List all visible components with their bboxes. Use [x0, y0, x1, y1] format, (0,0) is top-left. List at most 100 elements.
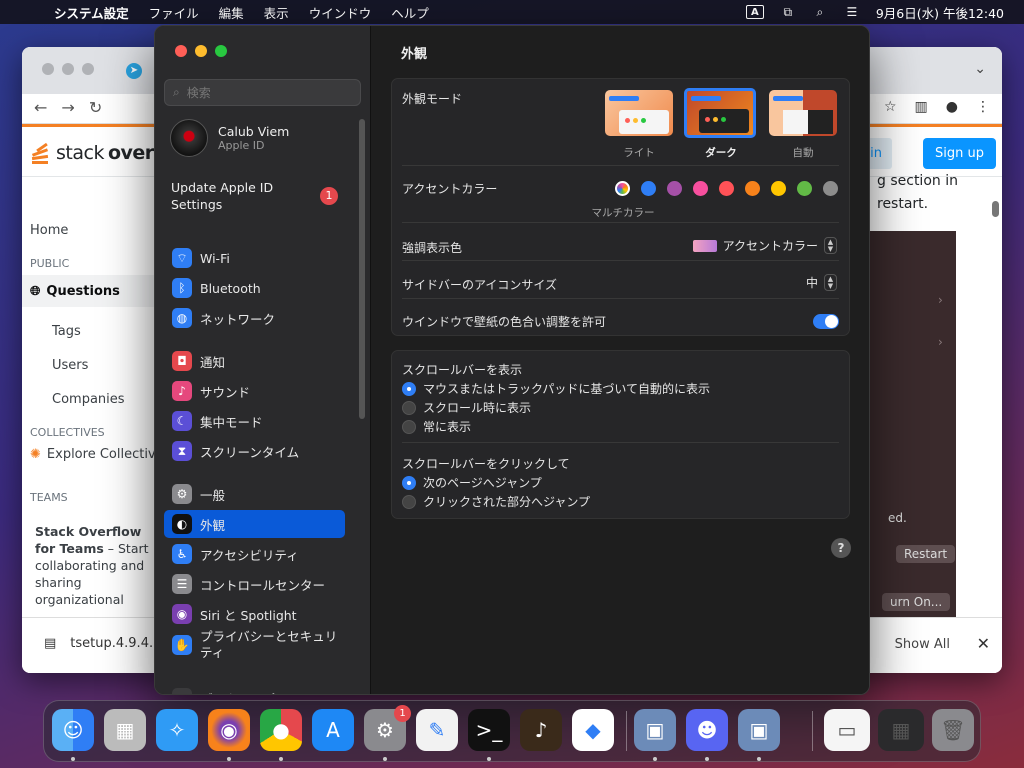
virtualbox-icon[interactable]: ▣	[634, 709, 676, 751]
sidebar-item-siri[interactable]: ◉ Siri と Spotlight	[164, 600, 345, 628]
radio-show-auto[interactable]: マウスまたはトラックパッドに基づいて自動的に表示	[402, 380, 710, 397]
side-panel-icon[interactable]: ▥	[915, 99, 928, 115]
restart-button[interactable]: Restart	[896, 545, 956, 563]
accent-multicolor-swatch[interactable]	[615, 181, 630, 196]
menu-app-name[interactable]: システム設定	[44, 3, 139, 22]
settings-search[interactable]: ⌕	[164, 79, 361, 106]
browser-zoom-button[interactable]	[82, 63, 94, 75]
control-center-icon[interactable]: ☰	[844, 5, 860, 19]
menu-edit[interactable]: 編集	[209, 3, 254, 22]
menu-window[interactable]: ウインドウ	[299, 3, 382, 22]
sidebar-item-privacy[interactable]: ✋ プライバシーとセキュリティ	[164, 627, 345, 663]
reload-icon[interactable]: ↻	[89, 98, 102, 117]
terminal-icon[interactable]: >_	[468, 709, 510, 751]
trash-icon[interactable]: 🗑︎	[932, 709, 974, 751]
radio-show-scrolling[interactable]: スクロール時に表示	[402, 399, 531, 416]
firefox-icon[interactable]: ◉	[208, 709, 250, 751]
stackoverflow-logo[interactable]: stack overfl	[30, 140, 168, 166]
sidebar-item-appearance[interactable]: ◐ 外観	[164, 510, 345, 538]
input-source-icon[interactable]: A	[745, 5, 764, 19]
settings-search-input[interactable]	[186, 85, 337, 100]
garageband-icon[interactable]: ♪	[520, 709, 562, 751]
menu-help[interactable]: ヘルプ	[381, 3, 439, 22]
app-store-icon[interactable]: A	[312, 709, 354, 751]
highlight-color-select[interactable]: アクセントカラー ▲ ▼	[692, 237, 837, 254]
discord-icon[interactable]: ☻	[686, 709, 728, 751]
accent-color-swatch[interactable]	[641, 181, 656, 196]
update-apple-id-settings[interactable]: Update Apple ID Settings	[171, 179, 301, 213]
more-menu-icon[interactable]: ⋮	[976, 99, 990, 115]
nav-questions[interactable]: 🌐︎ Questions	[22, 275, 157, 307]
mode-dark-thumb[interactable]	[684, 88, 756, 138]
clock[interactable]: 9月6日(水) 午後12:40	[876, 3, 1004, 22]
sidebar-item-notifications[interactable]: ◘ 通知	[164, 347, 345, 375]
sidebar-item-desktop-dock[interactable]: ▭ デスクトップと Dock	[164, 684, 345, 694]
browser-minimize-button[interactable]	[62, 63, 74, 75]
menu-view[interactable]: 表示	[254, 3, 299, 22]
sidebar-item-general[interactable]: ⚙ 一般	[164, 480, 345, 508]
accent-color-swatch[interactable]	[719, 181, 734, 196]
apple-id-account[interactable]: Calub Viem Apple ID	[170, 119, 289, 157]
download-show-all[interactable]: Show All	[895, 637, 950, 652]
accent-color-swatch[interactable]	[693, 181, 708, 196]
signup-button[interactable]: Sign up	[923, 138, 996, 169]
tab-list-chevron-icon[interactable]: ⌄	[974, 61, 986, 77]
back-arrow-icon[interactable]: ←	[34, 98, 47, 117]
menu-file[interactable]: ファイル	[139, 3, 209, 22]
forward-arrow-icon[interactable]: →	[61, 98, 74, 117]
nav-tags[interactable]: Tags	[52, 324, 81, 339]
nav-home[interactable]: Home	[30, 223, 68, 238]
radio-show-always[interactable]: 常に表示	[402, 418, 471, 435]
settings-minimize-button[interactable]	[195, 45, 207, 57]
collectives-icon: ✺	[30, 447, 41, 462]
search-icon[interactable]: ⌕	[812, 5, 828, 19]
turn-on-button[interactable]: urn On...	[882, 593, 951, 611]
browser-close-button[interactable]	[42, 63, 54, 75]
bookmark-star-icon[interactable]: ☆	[884, 99, 897, 115]
sidebar-scroll-thumb[interactable]	[359, 119, 365, 419]
mode-light-thumb[interactable]	[605, 90, 673, 136]
launchpad-icon[interactable]: ▦	[104, 709, 146, 751]
radio-show-scrolling-label: スクロール時に表示	[423, 401, 532, 415]
teams-promo-text-2: collaborating and	[35, 558, 145, 573]
nav-companies[interactable]: Companies	[52, 392, 125, 407]
download-item[interactable]: ▤ tsetup.4.9.4.	[44, 636, 153, 651]
sidebar-item-accessibility[interactable]: ♿ アクセシビリティ	[164, 540, 345, 568]
sidebar-item-sound[interactable]: ♪ サウンド	[164, 377, 345, 405]
profile-icon[interactable]: ●	[946, 99, 958, 115]
wallpaper-tint-toggle[interactable]	[813, 314, 839, 329]
safari-icon[interactable]: ✧	[156, 709, 198, 751]
nav-users[interactable]: Users	[52, 358, 88, 373]
close-icon[interactable]: ✕	[977, 634, 990, 653]
textedit-icon[interactable]: ✎	[416, 709, 458, 751]
browser-scroll-thumb[interactable]	[992, 201, 999, 217]
virtualbox-vm-icon[interactable]: ▣	[738, 709, 780, 751]
window-switch-icon[interactable]: ⧉	[780, 5, 796, 19]
telegram-tab-icon[interactable]: ➤	[126, 63, 142, 79]
finder-icon[interactable]: ☺	[52, 709, 94, 751]
downloads-stack-icon[interactable]: ▦	[878, 709, 924, 751]
accent-color-swatch[interactable]	[771, 181, 786, 196]
accent-color-swatch[interactable]	[745, 181, 760, 196]
sidebar-item-bluetooth[interactable]: ᛒ Bluetooth	[164, 274, 345, 302]
minimized-window-icon[interactable]: ▭	[824, 709, 870, 751]
sidebar-item-focus[interactable]: ☾ 集中モード	[164, 407, 345, 435]
settings-close-button[interactable]	[175, 45, 187, 57]
mode-dark-label: ダーク	[705, 147, 737, 159]
accent-color-swatch[interactable]	[667, 181, 682, 196]
nav-explore-collectives[interactable]: ✺ Explore Collectiv	[30, 447, 156, 462]
sidebar-item-screen-time[interactable]: ⧗ スクリーンタイム	[164, 437, 345, 465]
sidebar-item-network[interactable]: ◍ ネットワーク	[164, 304, 345, 332]
radio-jump-next-page[interactable]: 次のページへジャンプ	[402, 474, 542, 491]
settings-zoom-button[interactable]	[215, 45, 227, 57]
mode-auto-thumb[interactable]	[769, 90, 837, 136]
accent-color-swatch[interactable]	[823, 181, 838, 196]
vscode-icon[interactable]: ◆	[572, 709, 614, 751]
chrome-icon[interactable]: ●	[260, 709, 302, 751]
sidebar-item-wifi[interactable]: ⌔ Wi-Fi	[164, 244, 345, 272]
radio-jump-clicked-spot[interactable]: クリックされた部分へジャンプ	[402, 493, 590, 510]
help-button[interactable]: ?	[831, 538, 851, 558]
accent-color-swatch[interactable]	[797, 181, 812, 196]
sidebar-item-control-center[interactable]: ☰ コントロールセンター	[164, 570, 345, 598]
sidebar-icon-size-select[interactable]: 中 ▲ ▼	[806, 274, 837, 291]
